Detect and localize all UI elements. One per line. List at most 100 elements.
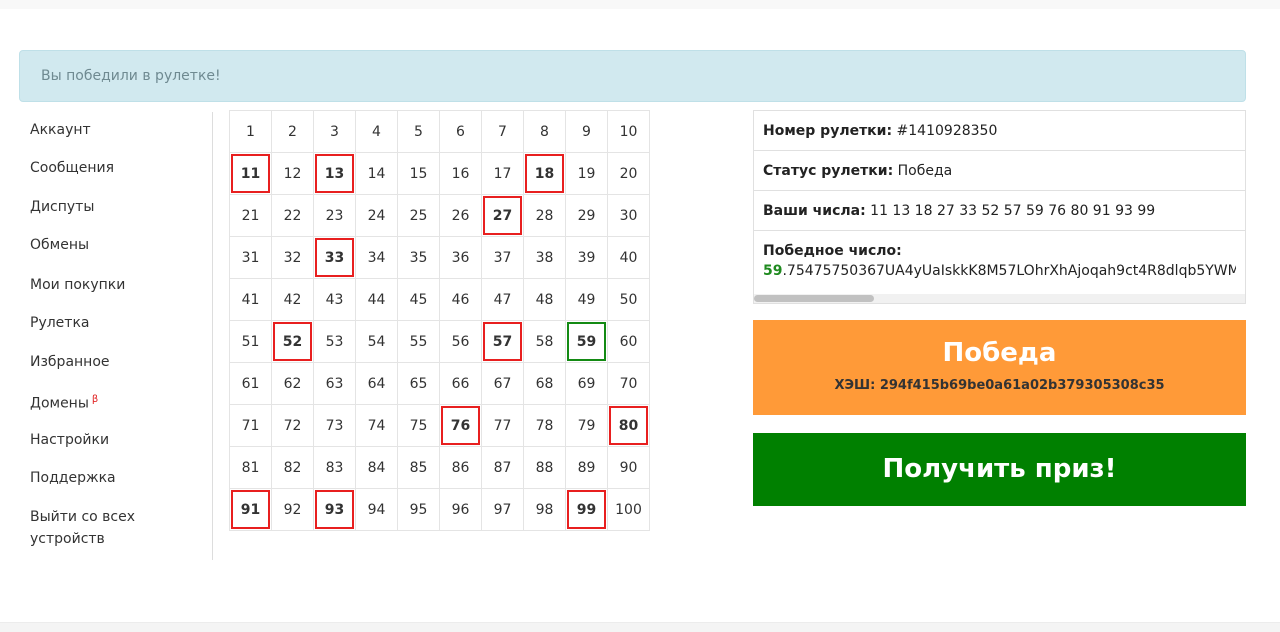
roulette-cell-16[interactable]: 16: [440, 153, 482, 195]
roulette-cell-15[interactable]: 15: [398, 153, 440, 195]
roulette-cell-43[interactable]: 43: [314, 279, 356, 321]
roulette-cell-53[interactable]: 53: [314, 321, 356, 363]
sidebar-item-messages[interactable]: Сообщения: [30, 157, 114, 179]
roulette-cell-79[interactable]: 79: [566, 405, 608, 447]
roulette-cell-40[interactable]: 40: [608, 237, 650, 279]
roulette-cell-49[interactable]: 49: [566, 279, 608, 321]
roulette-cell-92[interactable]: 92: [272, 489, 314, 531]
roulette-cell-4[interactable]: 4: [356, 111, 398, 153]
roulette-cell-33[interactable]: 33: [314, 237, 356, 279]
roulette-cell-32[interactable]: 32: [272, 237, 314, 279]
sidebar-item-exchanges[interactable]: Обмены: [30, 234, 89, 256]
roulette-cell-37[interactable]: 37: [482, 237, 524, 279]
roulette-cell-19[interactable]: 19: [566, 153, 608, 195]
roulette-cell-64[interactable]: 64: [356, 363, 398, 405]
roulette-cell-14[interactable]: 14: [356, 153, 398, 195]
roulette-cell-75[interactable]: 75: [398, 405, 440, 447]
roulette-cell-96[interactable]: 96: [440, 489, 482, 531]
roulette-cell-78[interactable]: 78: [524, 405, 566, 447]
roulette-cell-48[interactable]: 48: [524, 279, 566, 321]
roulette-cell-88[interactable]: 88: [524, 447, 566, 489]
roulette-cell-47[interactable]: 47: [482, 279, 524, 321]
roulette-cell-56[interactable]: 56: [440, 321, 482, 363]
roulette-cell-41[interactable]: 41: [230, 279, 272, 321]
roulette-cell-60[interactable]: 60: [608, 321, 650, 363]
roulette-cell-45[interactable]: 45: [398, 279, 440, 321]
roulette-cell-95[interactable]: 95: [398, 489, 440, 531]
roulette-cell-20[interactable]: 20: [608, 153, 650, 195]
roulette-cell-82[interactable]: 82: [272, 447, 314, 489]
roulette-cell-80[interactable]: 80: [608, 405, 650, 447]
roulette-cell-71[interactable]: 71: [230, 405, 272, 447]
sidebar-item-settings[interactable]: Настройки: [30, 429, 109, 451]
roulette-cell-81[interactable]: 81: [230, 447, 272, 489]
roulette-cell-9[interactable]: 9: [566, 111, 608, 153]
roulette-cell-28[interactable]: 28: [524, 195, 566, 237]
roulette-cell-94[interactable]: 94: [356, 489, 398, 531]
roulette-cell-73[interactable]: 73: [314, 405, 356, 447]
roulette-cell-13[interactable]: 13: [314, 153, 356, 195]
roulette-cell-3[interactable]: 3: [314, 111, 356, 153]
roulette-cell-62[interactable]: 62: [272, 363, 314, 405]
roulette-cell-38[interactable]: 38: [524, 237, 566, 279]
roulette-cell-99[interactable]: 99: [566, 489, 608, 531]
roulette-cell-10[interactable]: 10: [608, 111, 650, 153]
roulette-cell-87[interactable]: 87: [482, 447, 524, 489]
roulette-cell-12[interactable]: 12: [272, 153, 314, 195]
roulette-cell-85[interactable]: 85: [398, 447, 440, 489]
roulette-cell-86[interactable]: 86: [440, 447, 482, 489]
roulette-cell-39[interactable]: 39: [566, 237, 608, 279]
roulette-cell-89[interactable]: 89: [566, 447, 608, 489]
sidebar-item-account[interactable]: Аккаунт: [30, 119, 91, 141]
roulette-cell-69[interactable]: 69: [566, 363, 608, 405]
roulette-cell-7[interactable]: 7: [482, 111, 524, 153]
roulette-cell-68[interactable]: 68: [524, 363, 566, 405]
roulette-cell-93[interactable]: 93: [314, 489, 356, 531]
roulette-cell-30[interactable]: 30: [608, 195, 650, 237]
roulette-cell-34[interactable]: 34: [356, 237, 398, 279]
sidebar-item-domains[interactable]: Домены β: [30, 389, 98, 415]
roulette-cell-74[interactable]: 74: [356, 405, 398, 447]
roulette-cell-26[interactable]: 26: [440, 195, 482, 237]
roulette-cell-8[interactable]: 8: [524, 111, 566, 153]
sidebar-item-roulette[interactable]: Рулетка: [30, 312, 89, 334]
roulette-cell-31[interactable]: 31: [230, 237, 272, 279]
roulette-cell-36[interactable]: 36: [440, 237, 482, 279]
sidebar-item-disputes[interactable]: Диспуты: [30, 196, 94, 218]
roulette-cell-84[interactable]: 84: [356, 447, 398, 489]
roulette-cell-1[interactable]: 1: [230, 111, 272, 153]
roulette-cell-25[interactable]: 25: [398, 195, 440, 237]
roulette-cell-72[interactable]: 72: [272, 405, 314, 447]
roulette-cell-97[interactable]: 97: [482, 489, 524, 531]
roulette-cell-23[interactable]: 23: [314, 195, 356, 237]
roulette-cell-98[interactable]: 98: [524, 489, 566, 531]
sidebar-item-logout-all[interactable]: Выйти со всех устройств: [30, 506, 160, 550]
roulette-cell-44[interactable]: 44: [356, 279, 398, 321]
roulette-cell-35[interactable]: 35: [398, 237, 440, 279]
roulette-cell-58[interactable]: 58: [524, 321, 566, 363]
roulette-cell-65[interactable]: 65: [398, 363, 440, 405]
roulette-cell-46[interactable]: 46: [440, 279, 482, 321]
roulette-cell-67[interactable]: 67: [482, 363, 524, 405]
sidebar-item-purchases[interactable]: Мои покупки: [30, 274, 125, 296]
roulette-cell-21[interactable]: 21: [230, 195, 272, 237]
sidebar-item-support[interactable]: Поддержка: [30, 467, 116, 489]
roulette-cell-11[interactable]: 11: [230, 153, 272, 195]
roulette-cell-55[interactable]: 55: [398, 321, 440, 363]
roulette-cell-2[interactable]: 2: [272, 111, 314, 153]
roulette-cell-42[interactable]: 42: [272, 279, 314, 321]
roulette-cell-59[interactable]: 59: [566, 321, 608, 363]
roulette-cell-6[interactable]: 6: [440, 111, 482, 153]
roulette-cell-50[interactable]: 50: [608, 279, 650, 321]
roulette-cell-27[interactable]: 27: [482, 195, 524, 237]
roulette-cell-54[interactable]: 54: [356, 321, 398, 363]
roulette-cell-70[interactable]: 70: [608, 363, 650, 405]
claim-prize-button[interactable]: Получить приз!: [753, 433, 1246, 506]
roulette-cell-5[interactable]: 5: [398, 111, 440, 153]
roulette-cell-17[interactable]: 17: [482, 153, 524, 195]
roulette-cell-91[interactable]: 91: [230, 489, 272, 531]
roulette-cell-57[interactable]: 57: [482, 321, 524, 363]
roulette-cell-100[interactable]: 100: [608, 489, 650, 531]
roulette-cell-90[interactable]: 90: [608, 447, 650, 489]
horizontal-scrollbar[interactable]: [754, 294, 1245, 303]
